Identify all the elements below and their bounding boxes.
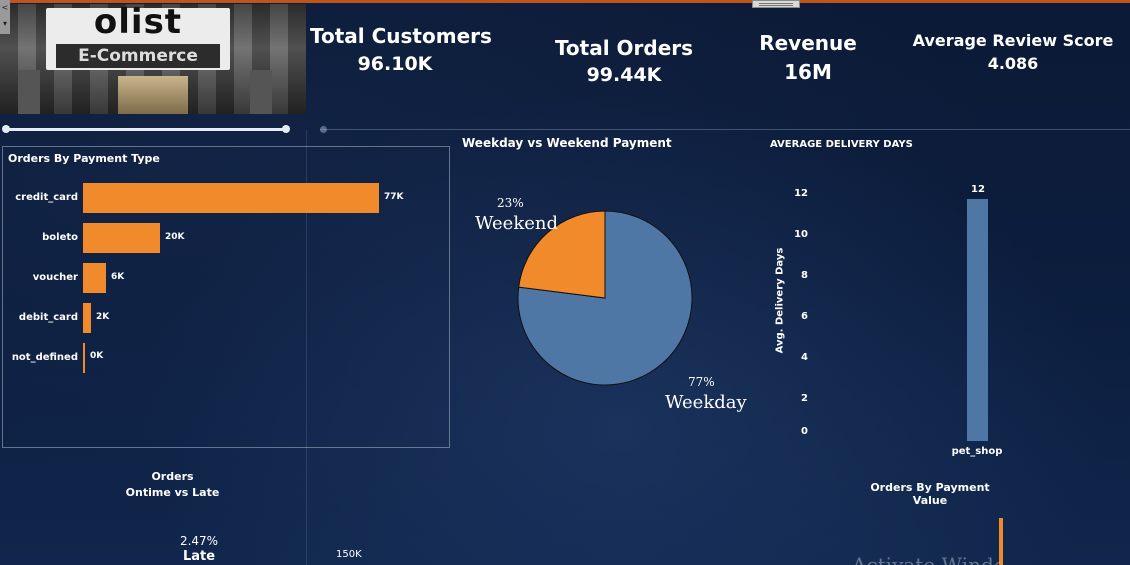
kpi-review-label: Average Review Score [912, 31, 1114, 50]
delivery-bar-value: 12 [971, 184, 985, 195]
y-tick-label: 2 [801, 393, 808, 404]
ontime-title-line1: Orders [151, 470, 194, 483]
payment-type-title: Orders By Payment Type [8, 152, 160, 165]
y-tick-label: 8 [801, 270, 808, 281]
payment-type-value: 77K [384, 192, 404, 202]
slider-handle-end[interactable] [282, 125, 290, 133]
section-divider [320, 129, 1130, 130]
kpi-customers-value: 96.10K [357, 53, 433, 75]
kpi-revenue-label: Revenue [759, 31, 857, 55]
weekday-pie-title: Weekday vs Weekend Payment [462, 136, 672, 150]
payment-type-value: 6K [111, 272, 125, 282]
logo-brand-text: olist [93, 4, 183, 42]
payment-type-value: 20K [165, 232, 185, 242]
delivery-chart-title: AVERAGE DELIVERY DAYS [770, 139, 913, 150]
payment-type-label: not_defined [11, 352, 78, 363]
payment-value-title: Orders By Payment Value [870, 481, 990, 507]
pie-weekday-label: Weekday [665, 392, 747, 413]
payment-type-label: voucher [32, 272, 78, 283]
y-tick-label: 10 [794, 229, 808, 240]
ontime-title-line2: Ontime vs Late [125, 486, 220, 499]
pie-weekend-label: Weekend [475, 213, 559, 234]
storefront-pillar-left [18, 70, 40, 114]
storefront-doorway [118, 76, 188, 114]
date-slider-track[interactable] [6, 128, 286, 131]
logo-sign: olist E-Commerce [46, 4, 230, 70]
kpi-review-value: 4.086 [987, 54, 1039, 73]
visual-drag-handle[interactable] [752, 0, 800, 8]
y-tick-label: 0 [801, 426, 808, 437]
logo-subtitle-text: E-Commerce [56, 44, 220, 68]
y-tick-label: 12 [794, 188, 808, 199]
kpi-customers-label: Total Customers [310, 24, 492, 48]
payment-type-bar[interactable] [83, 343, 85, 373]
activate-windows-watermark: Activate Windows [852, 553, 1000, 565]
delivery-x-category: pet_shop [951, 446, 1003, 457]
payment-type-label: debit_card [18, 312, 78, 323]
olist-logo-image: olist E-Commerce [0, 4, 306, 114]
payment-type-value: 2K [96, 312, 110, 322]
slider-handle-start[interactable] [2, 125, 10, 133]
collapse-toggle-icon[interactable]: < ▾ [0, 0, 10, 34]
payment-type-value: 0K [90, 351, 104, 361]
payment-type-bar[interactable] [83, 223, 160, 253]
payment-type-bar[interactable] [83, 303, 91, 333]
delivery-y-axis-label: Avg. Delivery Days [774, 247, 786, 354]
top-border [0, 0, 1130, 3]
weekday-pie-chart[interactable] [510, 210, 700, 400]
divider-handle [320, 126, 327, 133]
payment-type-label: credit_card [15, 192, 78, 203]
payment-type-label: boleto [42, 232, 78, 243]
late-label: Late [182, 549, 216, 564]
kpi-orders-label: Total Orders [554, 36, 694, 60]
pie-weekend-percent: 23% [497, 196, 524, 210]
delivery-bar-pet-shop[interactable] [967, 199, 988, 441]
storefront-pillar-right [250, 70, 272, 114]
payment-type-bar[interactable] [83, 183, 379, 213]
y-tick-label: 6 [801, 311, 808, 322]
ontime-axis-value: 150K [336, 549, 362, 560]
kpi-orders-value: 99.44K [586, 64, 662, 86]
y-tick-label: 4 [801, 352, 808, 363]
kpi-revenue-value: 16M [784, 60, 832, 84]
pie-weekday-percent: 77% [688, 375, 715, 389]
late-percent: 2.47% [179, 534, 219, 548]
payment-type-bar[interactable] [83, 263, 106, 293]
